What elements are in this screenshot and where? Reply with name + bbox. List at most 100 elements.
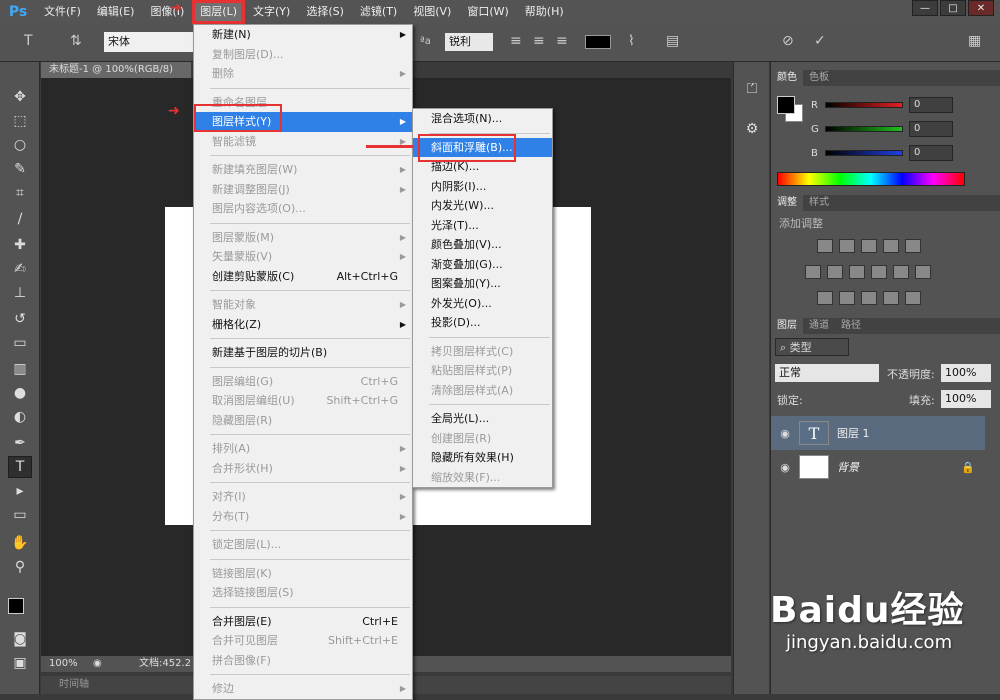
gradient-map-icon[interactable] [883, 291, 899, 305]
menu-item[interactable]: 渐变叠加(G)... [413, 255, 552, 275]
channel-value-input[interactable]: 0 [909, 145, 953, 161]
healing-brush-tool-icon[interactable]: ✚ [8, 234, 32, 256]
layer-filter-select[interactable]: ⌕ 类型 [775, 338, 849, 356]
menu-item[interactable]: 隐藏所有效果(H) [413, 448, 552, 468]
tab-paths[interactable]: 路径 [835, 318, 867, 334]
menu-item[interactable]: 栅格化(Z) ▶ [194, 315, 412, 335]
workspace-icon[interactable]: ▦ [968, 33, 981, 49]
color-spectrum[interactable] [777, 172, 965, 186]
menu-item[interactable]: 内发光(W)... [413, 196, 552, 216]
tab-channels[interactable]: 通道 [803, 318, 835, 334]
menu-6[interactable]: 滤镜(T) [352, 0, 405, 24]
type-tool-icon[interactable]: T [8, 456, 32, 478]
dodge-tool-icon[interactable]: ◐ [8, 406, 32, 428]
menu-item[interactable]: 全局光(L)... [413, 409, 552, 429]
invert-icon[interactable] [817, 291, 833, 305]
screen-mode-icon[interactable]: ▣ [8, 652, 32, 674]
character-panel-icon[interactable]: ▤ [666, 33, 679, 49]
shape-tool-icon[interactable]: ▭ [8, 504, 32, 526]
tab-color[interactable]: 颜色 [771, 70, 803, 86]
history-brush-tool-icon[interactable]: ↺ [8, 308, 32, 330]
visibility-eye-icon[interactable]: ◉ [771, 427, 799, 440]
toggle-orientation-icon[interactable]: ⇅ [70, 33, 82, 49]
layer-name[interactable]: 图层 1 [837, 425, 985, 441]
text-color-swatch[interactable] [585, 35, 611, 49]
lasso-tool-icon[interactable]: ○ [8, 134, 32, 156]
color-fg-swatch[interactable] [777, 96, 795, 114]
posterize-icon[interactable] [839, 291, 855, 305]
menu-0[interactable]: 文件(F) [36, 0, 89, 24]
menu-item[interactable]: 合并图层(E) Ctrl+E [194, 612, 412, 632]
menu-item[interactable]: 混合选项(N)... [413, 109, 552, 129]
color-balance-icon[interactable] [827, 265, 843, 279]
hue-saturation-icon[interactable] [805, 265, 821, 279]
layer-name[interactable]: 背景 [837, 459, 961, 475]
align-right-icon[interactable]: ≡ [556, 33, 568, 49]
zoom-level[interactable]: 100% [49, 656, 78, 672]
menu-item[interactable]: 外发光(O)... [413, 294, 552, 314]
curves-icon[interactable] [861, 239, 877, 253]
align-left-icon[interactable]: ≡ [510, 33, 522, 49]
quick-select-tool-icon[interactable]: ✎ [8, 158, 32, 180]
menu-8[interactable]: 窗口(W) [459, 0, 516, 24]
blend-mode-select[interactable]: 正常 [775, 364, 879, 382]
maximize-button[interactable]: □ [940, 0, 966, 16]
marquee-tool-icon[interactable]: ⬚ [8, 110, 32, 132]
tab-layers[interactable]: 图层 [771, 318, 803, 334]
history-panel-icon[interactable]: ⏍ [740, 78, 764, 100]
minimize-button[interactable]: — [912, 0, 938, 16]
menu-item[interactable]: 新建基于图层的切片(B) [194, 343, 412, 363]
menu-1[interactable]: 编辑(E) [89, 0, 143, 24]
zoom-tool-icon[interactable]: ⚲ [8, 556, 32, 578]
color-lookup-icon[interactable] [915, 265, 931, 279]
warp-text-icon[interactable]: ⌇ [628, 33, 635, 49]
font-family-select[interactable]: 宋体 [104, 32, 194, 52]
threshold-icon[interactable] [861, 291, 877, 305]
channel-value-input[interactable]: 0 [909, 97, 953, 113]
exposure-icon[interactable] [883, 239, 899, 253]
menu-2[interactable]: 图像(I) [142, 0, 192, 24]
commit-icon[interactable]: ✓ [814, 33, 826, 49]
tab-styles[interactable]: 样式 [803, 195, 835, 211]
menu-7[interactable]: 视图(V) [405, 0, 459, 24]
menu-item[interactable]: 内阴影(I)... [413, 177, 552, 197]
align-center-icon[interactable]: ≡ [533, 33, 545, 49]
menu-item[interactable]: 图案叠加(Y)... [413, 274, 552, 294]
pen-tool-icon[interactable]: ✒ [8, 432, 32, 454]
document-tab[interactable]: 未标题-1 @ 100%(RGB/8) [41, 62, 191, 78]
menu-item[interactable]: 创建剪贴蒙版(C) Alt+Ctrl+G [194, 267, 412, 287]
close-button[interactable]: ✕ [968, 0, 994, 16]
eraser-tool-icon[interactable]: ▭ [8, 332, 32, 354]
selective-color-icon[interactable] [905, 291, 921, 305]
crop-tool-icon[interactable]: ⌗ [8, 182, 32, 204]
black-white-icon[interactable] [849, 265, 865, 279]
menu-item[interactable]: 投影(D)... [413, 313, 552, 333]
opacity-input[interactable]: 100% [941, 364, 991, 382]
antialias-select[interactable]: 锐利 [445, 33, 493, 51]
cancel-icon[interactable]: ⊘ [782, 33, 794, 49]
stamp-tool-icon[interactable]: ⊥ [8, 282, 32, 304]
foreground-color-swatch[interactable] [8, 598, 24, 614]
tab-adjustments[interactable]: 调整 [771, 195, 803, 211]
menu-9[interactable]: 帮助(H) [517, 0, 572, 24]
menu-4[interactable]: 文字(Y) [245, 0, 298, 24]
visibility-eye-icon[interactable]: ◉ [771, 461, 799, 474]
properties-panel-icon[interactable]: ⚙ [740, 118, 764, 140]
quick-mask-icon[interactable]: ◙ [8, 628, 32, 650]
channel-value-input[interactable]: 0 [909, 121, 953, 137]
hand-tool-icon[interactable]: ✋ [8, 532, 32, 554]
channel-mixer-icon[interactable] [893, 265, 909, 279]
gradient-tool-icon[interactable]: ▥ [8, 358, 32, 380]
vibrance-icon[interactable] [905, 239, 921, 253]
channel-slider[interactable] [825, 126, 903, 132]
text-tool-icon[interactable]: T [24, 33, 33, 49]
menu-item[interactable]: 新建(N) ▶ [194, 25, 412, 45]
photo-filter-icon[interactable] [871, 265, 887, 279]
layer-row[interactable]: ◉ T 图层 1 [771, 416, 985, 450]
eyedropper-tool-icon[interactable]: ∕ [8, 208, 32, 230]
channel-slider[interactable] [825, 150, 903, 156]
move-tool-icon[interactable]: ✥ [8, 86, 32, 108]
levels-icon[interactable] [839, 239, 855, 253]
fill-input[interactable]: 100% [941, 390, 991, 408]
blur-tool-icon[interactable]: ● [8, 382, 32, 404]
